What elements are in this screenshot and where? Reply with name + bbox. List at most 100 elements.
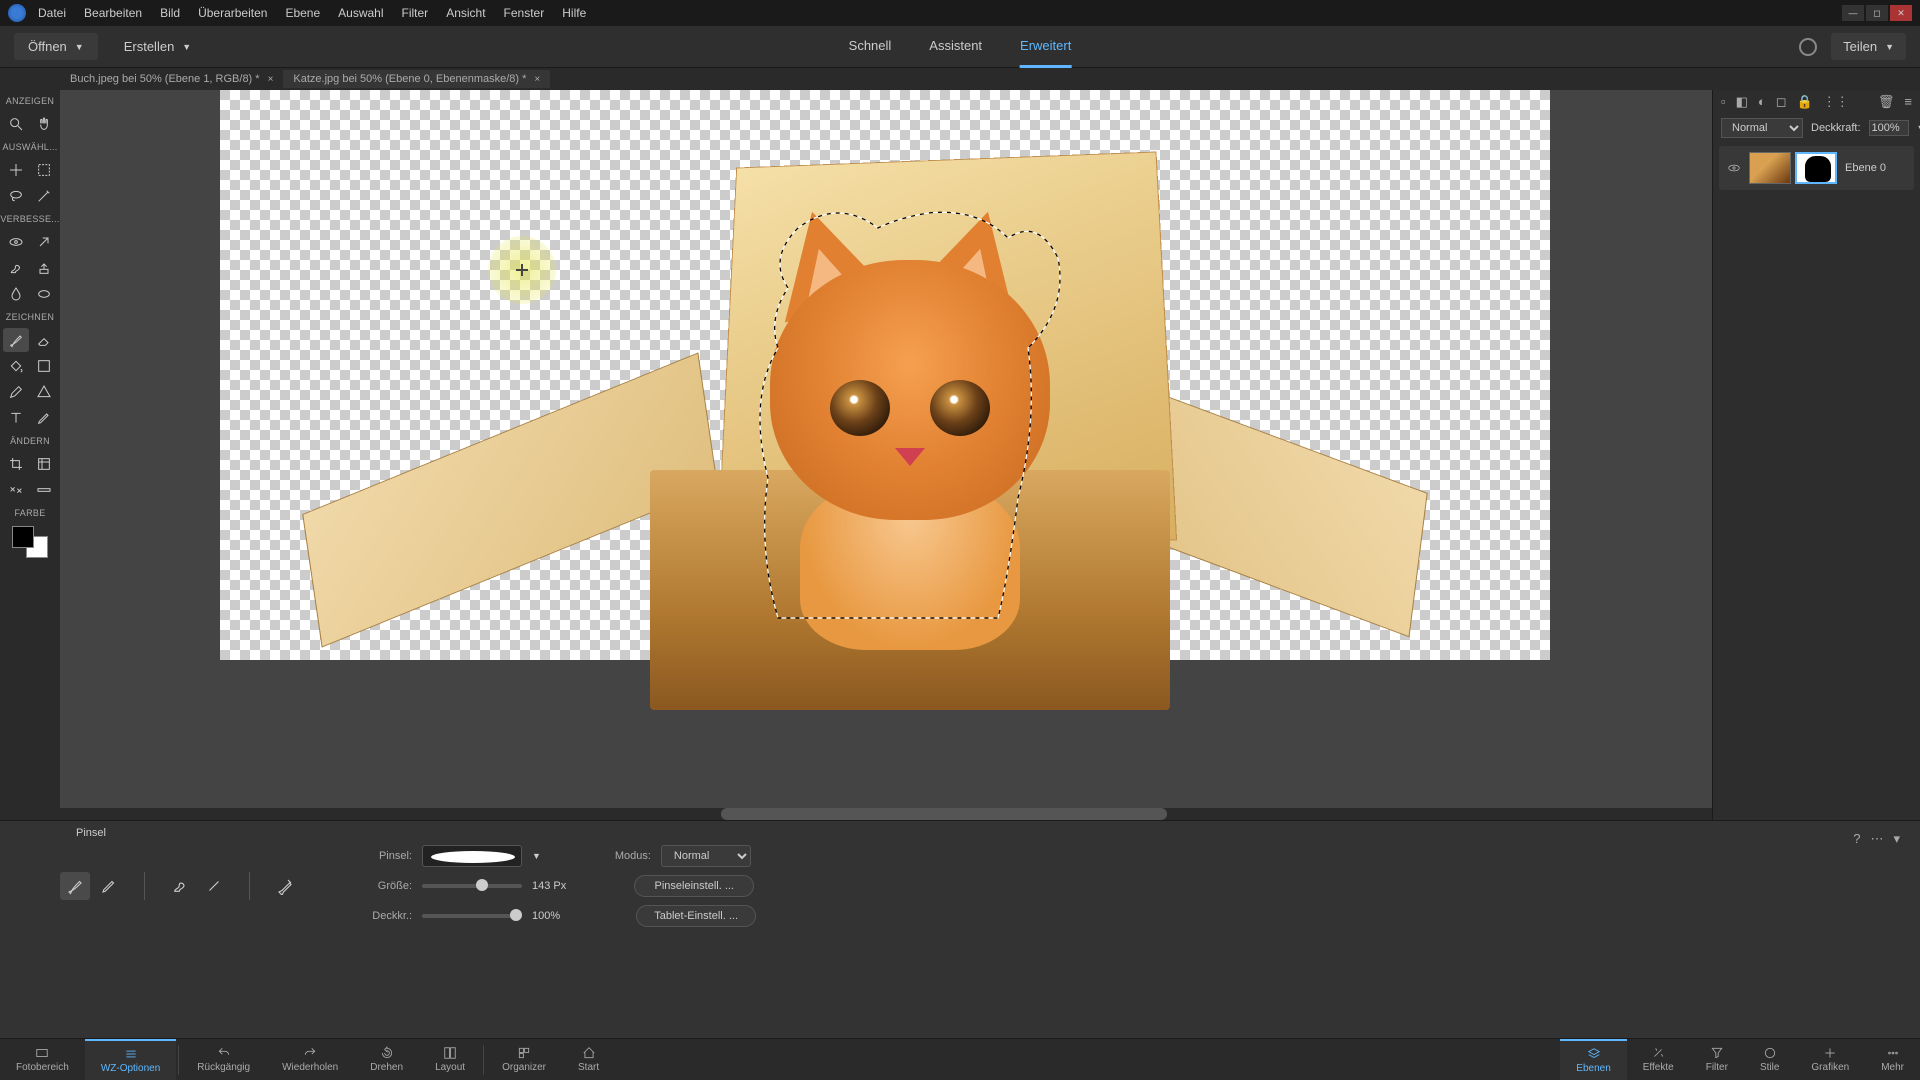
sponge-tool[interactable] [31, 282, 57, 306]
straighten-tool[interactable] [31, 478, 57, 502]
panel-menu-icon[interactable]: ≡ [1904, 94, 1912, 110]
eraser-tool[interactable] [31, 328, 57, 352]
nav-graphics[interactable]: Grafiken [1795, 1039, 1865, 1080]
layer-row[interactable]: Ebene 0 [1719, 146, 1914, 190]
spot-heal-tool[interactable] [31, 230, 57, 254]
menu-layer[interactable]: Ebene [285, 6, 320, 20]
blend-mode-select[interactable]: Normal [1721, 118, 1803, 138]
new-layer-icon[interactable]: ▫ [1721, 94, 1726, 110]
mode-expert[interactable]: Erweitert [1020, 26, 1071, 68]
recompose-tool[interactable] [31, 452, 57, 476]
layer-mask-thumbnail[interactable] [1795, 152, 1837, 184]
chevron-down-icon[interactable]: ▼ [1917, 123, 1920, 133]
text-tool[interactable] [3, 406, 29, 430]
close-icon[interactable]: × [534, 74, 540, 85]
nav-filters[interactable]: Filter [1690, 1039, 1744, 1080]
menu-enhance[interactable]: Überarbeiten [198, 6, 267, 20]
nav-tool-options[interactable]: WZ-Optionen [85, 1039, 176, 1080]
create-button[interactable]: Erstellen▼ [110, 33, 206, 60]
help-icon[interactable]: ? [1853, 831, 1860, 847]
magic-wand-tool[interactable] [31, 184, 57, 208]
opacity-input[interactable] [1869, 120, 1909, 136]
zoom-tool[interactable] [3, 112, 29, 136]
lock-layer-icon[interactable]: 🔒 [1797, 94, 1813, 110]
tab-document-1[interactable]: Buch.jpeg bei 50% (Ebene 1, RGB/8) *× [60, 70, 283, 88]
nav-more[interactable]: Mehr [1865, 1039, 1920, 1080]
tablet-settings-button[interactable]: Tablet-Einstell. ... [636, 905, 756, 927]
foreground-color[interactable] [12, 526, 34, 548]
paint-bucket-tool[interactable] [3, 354, 29, 378]
canvas-area[interactable] [60, 90, 1712, 820]
menu-filter[interactable]: Filter [402, 6, 429, 20]
window-maximize-button[interactable]: ◻ [1866, 5, 1888, 21]
move-tool[interactable] [3, 158, 29, 182]
smart-brush-tool[interactable] [3, 256, 29, 280]
nav-layers[interactable]: Ebenen [1560, 1039, 1626, 1080]
horizontal-scrollbar[interactable] [60, 808, 1712, 820]
nav-organizer[interactable]: Organizer [486, 1039, 562, 1080]
size-slider[interactable] [422, 884, 522, 888]
layer-name[interactable]: Ebene 0 [1845, 162, 1886, 174]
canvas[interactable] [220, 90, 1550, 660]
delete-layer-icon[interactable]: 🗑 [1878, 94, 1895, 110]
nav-styles[interactable]: Stile [1744, 1039, 1795, 1080]
brush-settings-button[interactable]: Pinseleinstell. ... [634, 875, 754, 897]
size-value[interactable]: 143 Px [532, 880, 566, 892]
menu-select[interactable]: Auswahl [338, 6, 383, 20]
menu-help[interactable]: Hilfe [562, 6, 586, 20]
shape-tool[interactable] [31, 380, 57, 404]
brush-tool[interactable] [3, 328, 29, 352]
crop-tool[interactable] [3, 452, 29, 476]
gradient-tool[interactable] [31, 354, 57, 378]
nav-rotate[interactable]: Drehen [354, 1039, 419, 1080]
brush-variant-impressionist[interactable] [94, 872, 124, 900]
blend-mode-select[interactable]: Normal [661, 845, 751, 867]
marquee-tool[interactable] [31, 158, 57, 182]
collapse-icon[interactable]: ▾ [1893, 831, 1900, 847]
opacity-value[interactable]: 100% [532, 910, 560, 922]
scrollbar-thumb[interactable] [721, 808, 1167, 820]
layer-fx-icon[interactable]: ⋮⋮ [1823, 94, 1849, 110]
visibility-icon[interactable] [1727, 161, 1741, 175]
color-picker-tool[interactable] [3, 380, 29, 404]
nav-effects[interactable]: Effekte [1627, 1039, 1690, 1080]
menu-edit[interactable]: Bearbeiten [84, 6, 142, 20]
menu-file[interactable]: Datei [38, 6, 66, 20]
nav-layout[interactable]: Layout [419, 1039, 481, 1080]
brush-variant-pattern[interactable] [199, 872, 229, 900]
share-button[interactable]: Teilen▼ [1831, 33, 1906, 60]
close-icon[interactable]: × [268, 74, 274, 85]
blur-tool[interactable] [3, 282, 29, 306]
opacity-slider[interactable] [422, 914, 522, 918]
redeye-tool[interactable] [3, 230, 29, 254]
panel-menu-icon[interactable]: ⋯ [1870, 831, 1883, 847]
mode-guided[interactable]: Assistent [929, 26, 982, 68]
nav-redo[interactable]: Wiederholen [266, 1039, 354, 1080]
clone-stamp-tool[interactable] [31, 256, 57, 280]
brush-variant-normal[interactable] [60, 872, 90, 900]
menu-image[interactable]: Bild [160, 6, 180, 20]
nav-home[interactable]: Start [562, 1039, 615, 1080]
adjustment-layer-icon[interactable]: ◐ [1758, 94, 1766, 110]
tab-document-2[interactable]: Katze.jpg bei 50% (Ebene 0, Ebenenmaske/… [283, 70, 550, 88]
menu-window[interactable]: Fenster [504, 6, 545, 20]
layer-thumbnail[interactable] [1749, 152, 1791, 184]
nav-photo-bin[interactable]: Fotobereich [0, 1039, 85, 1080]
nav-undo[interactable]: Rückgängig [181, 1039, 266, 1080]
mode-quick[interactable]: Schnell [849, 26, 892, 68]
hand-tool[interactable] [31, 112, 57, 136]
window-close-button[interactable]: ✕ [1890, 5, 1912, 21]
brush-variant-wet[interactable] [165, 872, 195, 900]
pencil-tool[interactable] [31, 406, 57, 430]
color-swatch[interactable] [12, 526, 48, 558]
layer-group-icon[interactable]: ◧ [1736, 94, 1748, 110]
brush-preset-picker[interactable] [422, 845, 522, 867]
brush-variant-color-replace[interactable] [270, 872, 300, 900]
open-button[interactable]: Öffnen▼ [14, 33, 98, 60]
layer-mask-icon[interactable]: ◻ [1776, 94, 1787, 110]
menu-view[interactable]: Ansicht [446, 6, 485, 20]
window-minimize-button[interactable]: — [1842, 5, 1864, 21]
content-aware-move-tool[interactable] [3, 478, 29, 502]
lasso-tool[interactable] [3, 184, 29, 208]
chevron-down-icon[interactable]: ▼ [532, 851, 541, 861]
